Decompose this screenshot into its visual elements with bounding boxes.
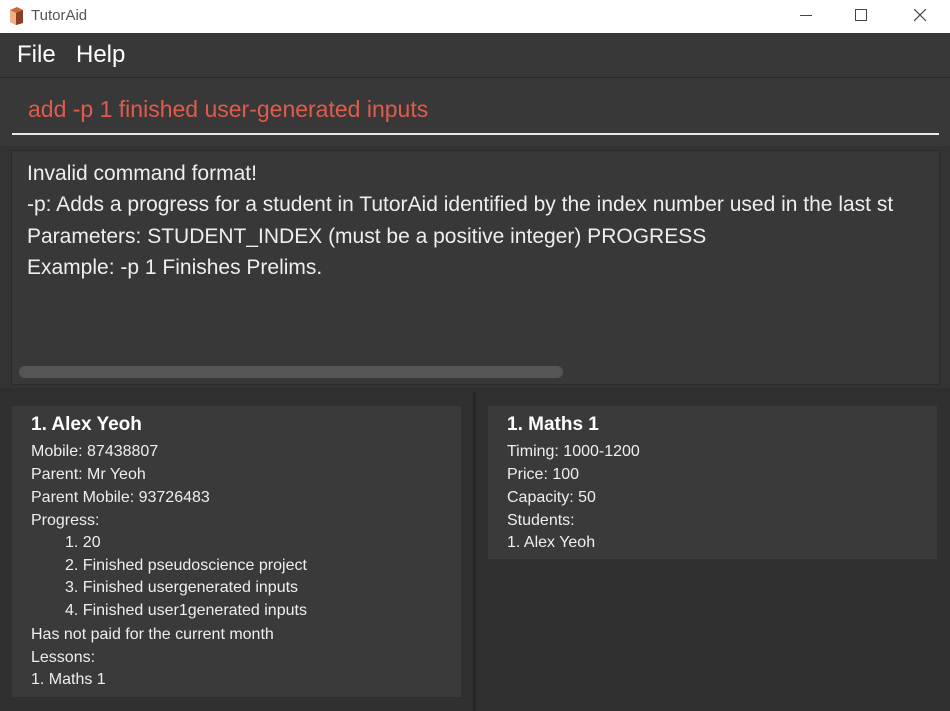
- lesson-item: 1. Maths 1: [31, 671, 106, 688]
- window-title: TutorAid: [31, 7, 88, 24]
- result-display[interactable]: Invalid command format! -p: Adds a progr…: [11, 150, 940, 385]
- student-parent: Parent: Mr Yeoh: [31, 466, 146, 483]
- progress-item: 1. 20: [65, 534, 101, 551]
- close-icon: [914, 9, 927, 22]
- progress-item: 2. Finished pseudoscience project: [65, 557, 307, 574]
- lesson-price: Price: 100: [507, 466, 580, 483]
- student-name: 1. Alex Yeoh: [31, 414, 142, 435]
- lesson-student-item: 1. Alex Yeoh: [507, 534, 596, 551]
- progress-item: 4. Finished user1generated inputs: [65, 602, 307, 619]
- student-list-panel[interactable]: 1. Alex Yeoh Mobile: 87438807 Parent: Mr…: [0, 392, 473, 711]
- command-input[interactable]: add -p 1 finished user-generated inputs: [28, 96, 428, 123]
- result-line: Invalid command format!: [27, 162, 257, 185]
- lesson-name: 1. Maths 1: [507, 414, 599, 435]
- student-parent-mobile: Parent Mobile: 93726483: [31, 489, 210, 506]
- lesson-list-panel[interactable]: 1. Maths 1 Timing: 1000-1200 Price: 100 …: [476, 392, 950, 711]
- command-input-underline: [12, 133, 939, 135]
- student-card[interactable]: 1. Alex Yeoh Mobile: 87438807 Parent: Mr…: [12, 406, 461, 697]
- menu-file[interactable]: File: [17, 41, 56, 69]
- result-line: Parameters: STUDENT_INDEX (must be a pos…: [27, 225, 707, 248]
- minimize-button[interactable]: [783, 0, 829, 33]
- maximize-icon: [855, 9, 867, 21]
- student-mobile: Mobile: 87438807: [31, 443, 159, 460]
- horizontal-scrollbar[interactable]: [19, 366, 563, 378]
- title-bar: TutorAid: [0, 0, 950, 33]
- lesson-timing: Timing: 1000-1200: [507, 443, 640, 460]
- students-label: Students:: [507, 512, 575, 529]
- lesson-card[interactable]: 1. Maths 1 Timing: 1000-1200 Price: 100 …: [488, 406, 937, 559]
- progress-item: 3. Finished usergenerated inputs: [65, 579, 299, 596]
- payment-status: Has not paid for the current month: [31, 626, 274, 643]
- result-line: -p: Adds a progress for a student in Tut…: [27, 193, 894, 216]
- menu-help[interactable]: Help: [76, 41, 125, 69]
- lessons-label: Lessons:: [31, 649, 96, 666]
- maximize-button[interactable]: [838, 0, 884, 33]
- app-icon: [10, 7, 23, 25]
- close-button[interactable]: [897, 0, 943, 33]
- progress-label: Progress:: [31, 512, 100, 529]
- minimize-icon: [800, 15, 812, 16]
- result-line: Example: -p 1 Finishes Prelims.: [27, 256, 323, 279]
- menu-bar: File Help: [0, 33, 950, 78]
- command-box: add -p 1 finished user-generated inputs: [0, 78, 950, 146]
- lesson-capacity: Capacity: 50: [507, 489, 596, 506]
